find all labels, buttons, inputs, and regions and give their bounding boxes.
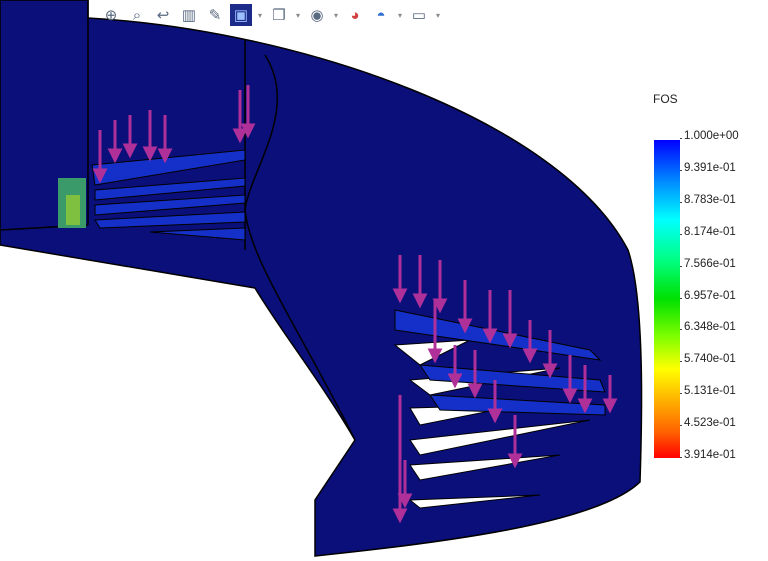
legend-tick: 1.000e+00 xyxy=(680,130,739,142)
legend-tick: 9.391e-01 xyxy=(680,162,736,174)
chevron-down-icon[interactable]: ▾ xyxy=(332,11,340,20)
legend-tick: 7.566e-01 xyxy=(680,258,736,270)
view-orientation-icon[interactable]: ▣ xyxy=(230,4,252,26)
chevron-down-icon[interactable]: ▾ xyxy=(256,11,264,20)
legend-tick: 3.914e-01 xyxy=(680,449,736,461)
edit-appearance-icon[interactable]: ◕ xyxy=(344,4,366,26)
chevron-down-icon[interactable]: ▾ xyxy=(396,11,404,20)
legend-tick: 6.348e-01 xyxy=(680,321,736,333)
legend-colorbar xyxy=(654,140,680,458)
section-view-icon[interactable]: ▥ xyxy=(178,4,200,26)
stair-outer-wall xyxy=(0,0,643,557)
apply-scene-icon[interactable]: ◓ xyxy=(370,4,392,26)
heads-up-view-toolbar: ⊕ ⌕ ↩ ▥ ✎ ▣ ▾ ❒ ▾ ◉ ▾ ◕ ◓ ▾ ▭ ▾ xyxy=(100,2,442,28)
chevron-down-icon[interactable]: ▾ xyxy=(294,11,302,20)
legend-title: FOS xyxy=(653,92,678,106)
legend-tick: 6.957e-01 xyxy=(680,290,736,302)
zoom-to-area-icon[interactable]: ⌕ xyxy=(126,4,148,26)
fos-legend: FOS 1.000e+00 9.391e-01 8.783e-01 8.174e… xyxy=(650,92,768,472)
chevron-down-icon[interactable]: ▾ xyxy=(434,11,442,20)
legend-tick: 8.783e-01 xyxy=(680,194,736,206)
stress-hotspot-core xyxy=(66,195,80,225)
hide-show-items-icon[interactable]: ◉ xyxy=(306,4,328,26)
dynamic-annotation-icon[interactable]: ✎ xyxy=(204,4,226,26)
display-style-icon[interactable]: ❒ xyxy=(268,4,290,26)
previous-view-icon[interactable]: ↩ xyxy=(152,4,174,26)
legend-tick: 8.174e-01 xyxy=(680,226,736,238)
legend-tick: 5.131e-01 xyxy=(680,385,736,397)
legend-tick: 5.740e-01 xyxy=(680,353,736,365)
legend-tick: 4.523e-01 xyxy=(680,417,736,429)
zoom-to-fit-icon[interactable]: ⊕ xyxy=(100,4,122,26)
view-settings-icon[interactable]: ▭ xyxy=(408,4,430,26)
